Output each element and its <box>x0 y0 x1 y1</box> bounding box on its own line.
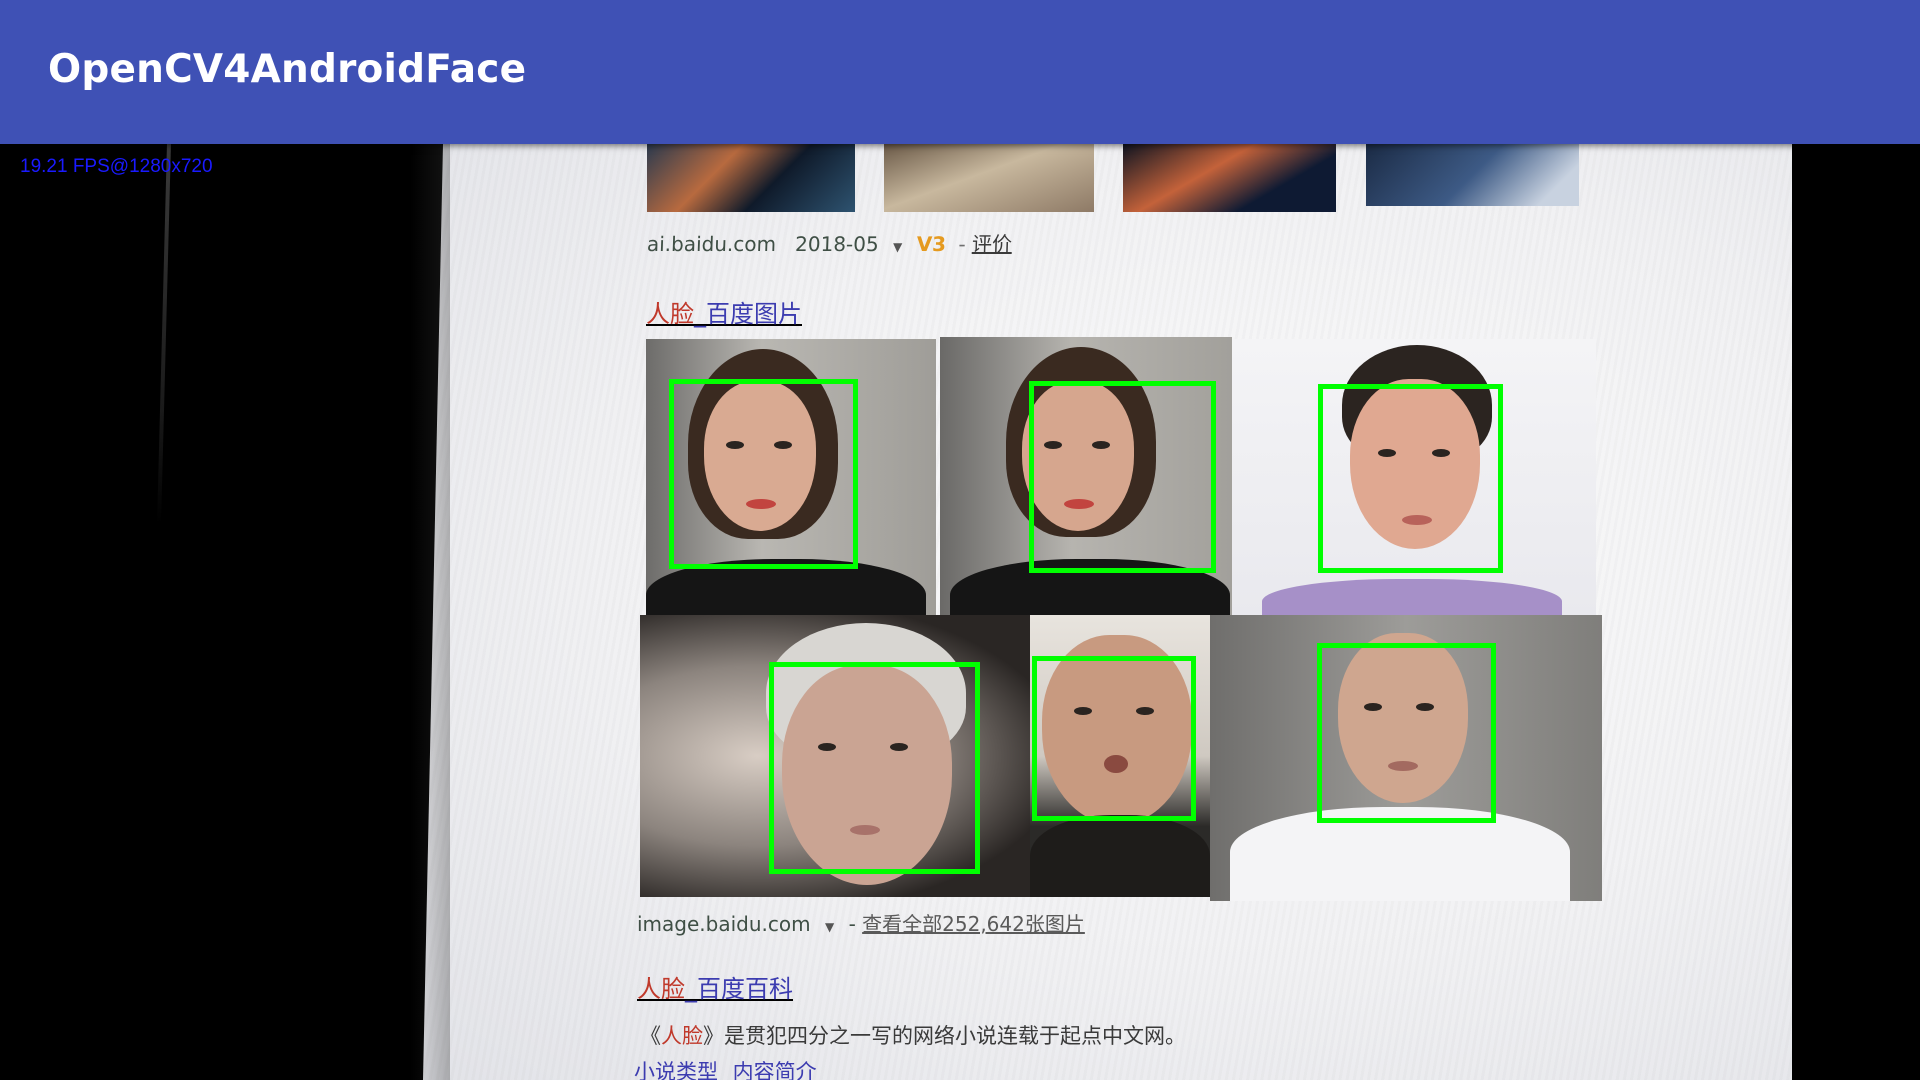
app-title: OpenCV4AndroidFace <box>48 47 527 92</box>
snippet-prefix: 《 <box>640 1024 661 1048</box>
result-date: 2018-05 <box>794 232 880 256</box>
result-thumbnail <box>647 144 855 212</box>
app-bar: OpenCV4AndroidFace <box>0 0 1920 144</box>
result-title: 人脸_百度图片 <box>646 294 802 329</box>
title-text: _百度图片 <box>694 300 802 328</box>
result-snippet: 《人脸》是贯犯四分之一写的网络小说连载于起点中文网。 <box>640 1020 1186 1050</box>
result-thumbnail <box>1366 144 1579 206</box>
view-all-link: 查看全部252,642张图片 <box>862 912 1085 936</box>
monitor-bezel <box>410 144 450 1080</box>
result-domain: ai.baidu.com <box>646 232 777 256</box>
background-cable <box>157 144 171 524</box>
face-detection-box <box>1029 381 1216 573</box>
verified-badge: V3 <box>916 232 947 256</box>
title-highlight: 人脸 <box>646 300 694 328</box>
result-domain: image.baidu.com <box>637 912 811 936</box>
face-detection-box <box>1032 656 1196 821</box>
title-text: _百度百科 <box>685 975 793 1003</box>
result-title: 人脸_百度百科 <box>637 969 793 1004</box>
face-detection-box <box>769 662 980 874</box>
dropdown-arrow-icon: ▼ <box>892 240 903 254</box>
result-thumbnail <box>884 144 1094 212</box>
result-thumbnail <box>1123 144 1336 212</box>
face-detection-box <box>1317 643 1496 823</box>
snippet-links: 小说类型 内容简介 <box>634 1060 817 1080</box>
face-detection-box <box>1318 384 1503 573</box>
title-highlight: 人脸 <box>637 975 685 1003</box>
review-link: 评价 <box>971 232 1013 256</box>
camera-preview: ai.baidu.com 2018-05 ▼ V3 - 评价 人脸_百度图片 i… <box>0 144 1920 1080</box>
fps-overlay: 19.21 FPS@1280x720 <box>20 156 213 177</box>
separator: - <box>958 232 967 256</box>
snippet-text: 》是贯犯四分之一写的网络小说连载于起点中文网。 <box>703 1024 1186 1048</box>
result-meta-line: ai.baidu.com 2018-05 ▼ V3 - 评价 <box>646 228 1013 257</box>
face-detection-box <box>669 379 858 569</box>
separator: - <box>848 912 856 936</box>
dropdown-arrow-icon: ▼ <box>824 920 835 934</box>
snippet-highlight: 人脸 <box>661 1024 703 1048</box>
result-meta-line: image.baidu.com ▼ - 查看全部252,642张图片 <box>637 908 1085 937</box>
